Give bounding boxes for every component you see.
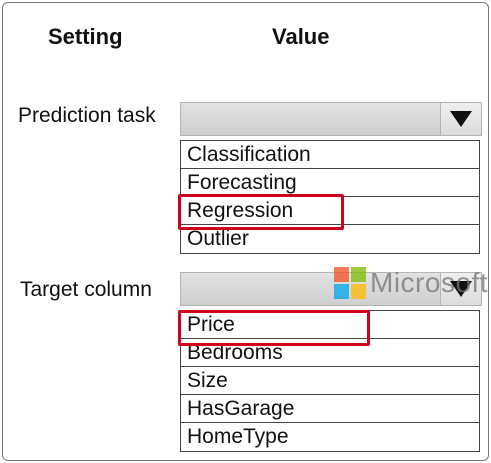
option-hometype[interactable]: HomeType [181, 423, 479, 451]
value-header: Value [272, 24, 330, 49]
option-outlier[interactable]: Outlier [181, 225, 479, 253]
option-size[interactable]: Size [181, 367, 479, 395]
prediction-task-dropdown[interactable] [180, 102, 482, 136]
option-hasgarage[interactable]: HasGarage [181, 395, 479, 423]
logo-square-yellow [351, 284, 366, 299]
option-regression[interactable]: Regression [181, 197, 479, 225]
logo-square-red [334, 267, 349, 282]
option-forecasting[interactable]: Forecasting [181, 169, 479, 197]
setting-header: Setting [48, 24, 123, 49]
option-classification[interactable]: Classification [181, 141, 479, 169]
prediction-task-label: Prediction task [18, 104, 156, 127]
logo-square-green [351, 267, 366, 282]
prediction-task-options: Classification Forecasting Regression Ou… [180, 140, 480, 254]
microsoft-logo-icon [334, 267, 366, 299]
logo-square-blue [334, 284, 349, 299]
prediction-task-selected-value[interactable] [181, 103, 441, 135]
prediction-task-dropdown-button[interactable] [440, 103, 481, 135]
target-column-label: Target column [20, 278, 152, 301]
microsoft-logo-text: Microsoft [370, 267, 489, 298]
chevron-down-icon [450, 111, 472, 127]
microsoft-logo: Microsoft [334, 267, 488, 299]
option-bedrooms[interactable]: Bedrooms [181, 339, 479, 367]
option-price[interactable]: Price [181, 311, 479, 339]
target-column-options: Price Bedrooms Size HasGarage HomeType [180, 310, 480, 452]
